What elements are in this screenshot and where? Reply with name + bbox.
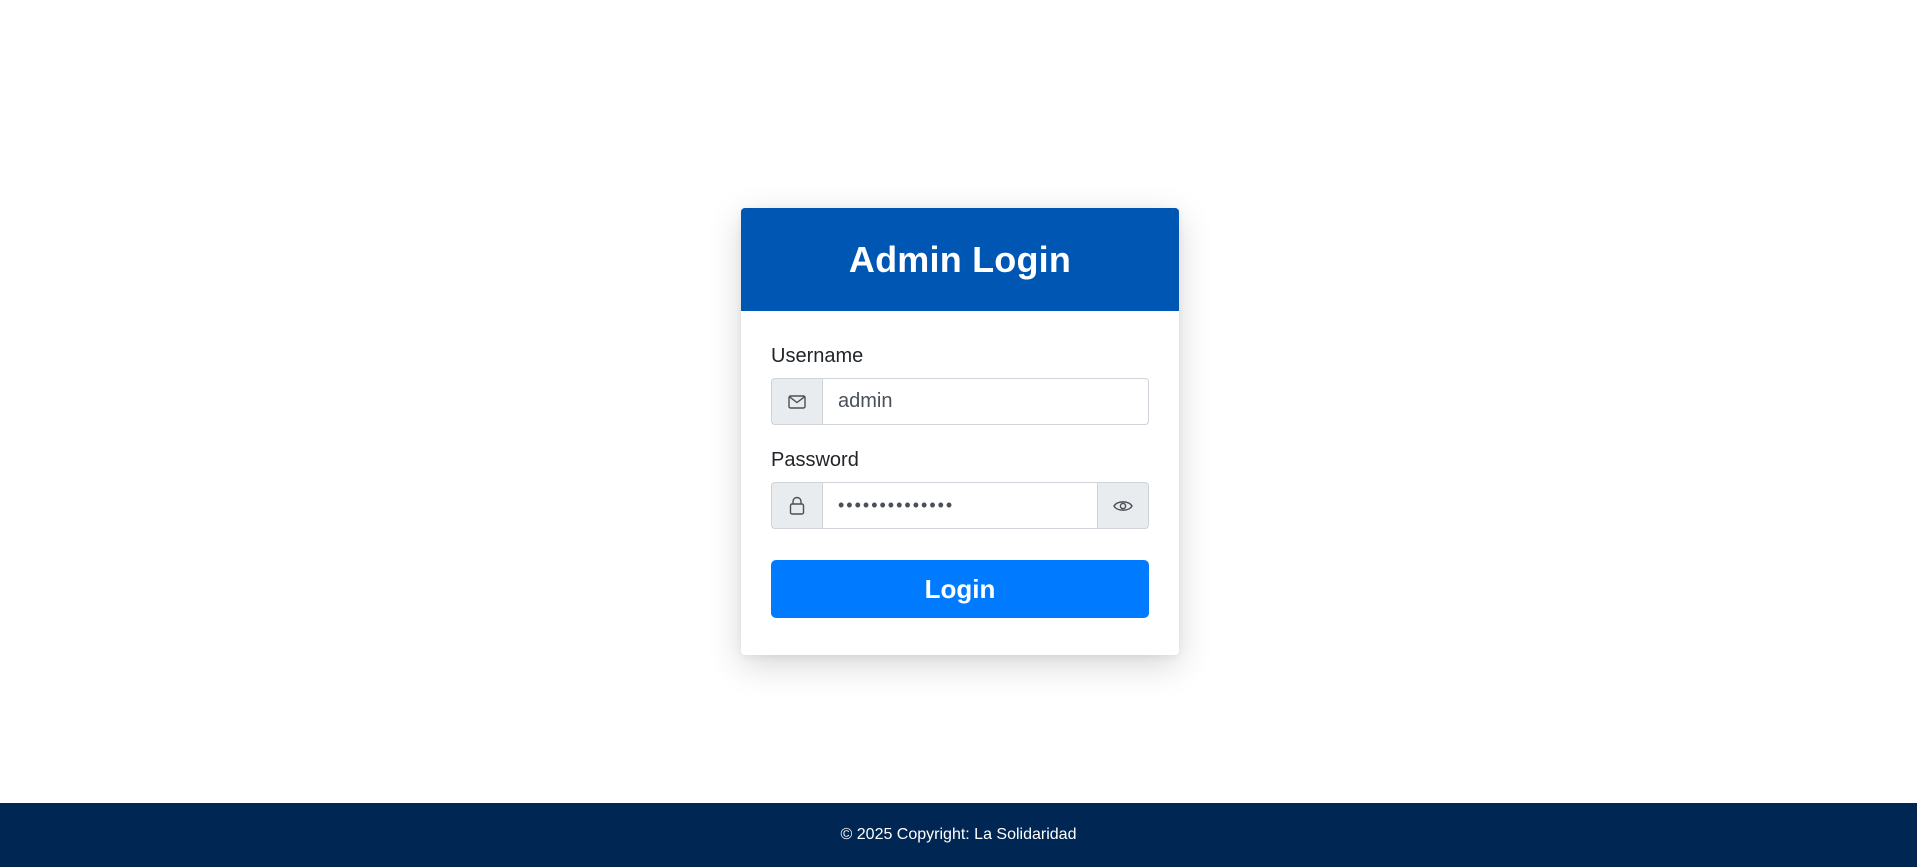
- page-title: Admin Login: [848, 238, 1072, 280]
- envelope-icon: [771, 378, 822, 425]
- lock-icon: [771, 482, 822, 529]
- password-label: Password: [771, 449, 859, 471]
- footer: © 2025 Copyright: La Solidaridad: [0, 803, 1917, 867]
- username-input-group: [771, 378, 1149, 425]
- copyright-text: © 2025 Copyright: La Solidaridad: [840, 826, 1077, 843]
- login-card: Admin Login Username Password: [741, 208, 1179, 655]
- login-page: Admin Login Username Password: [0, 0, 1917, 867]
- eye-icon[interactable]: [1098, 482, 1149, 529]
- login-form: Username Password: [741, 311, 1179, 648]
- username-label: Username: [771, 345, 864, 367]
- username-input[interactable]: [822, 378, 1149, 425]
- login-card-header: Admin Login: [741, 208, 1179, 311]
- login-button[interactable]: Login: [771, 560, 1149, 618]
- password-input[interactable]: [822, 482, 1098, 529]
- password-input-group: [771, 482, 1149, 529]
